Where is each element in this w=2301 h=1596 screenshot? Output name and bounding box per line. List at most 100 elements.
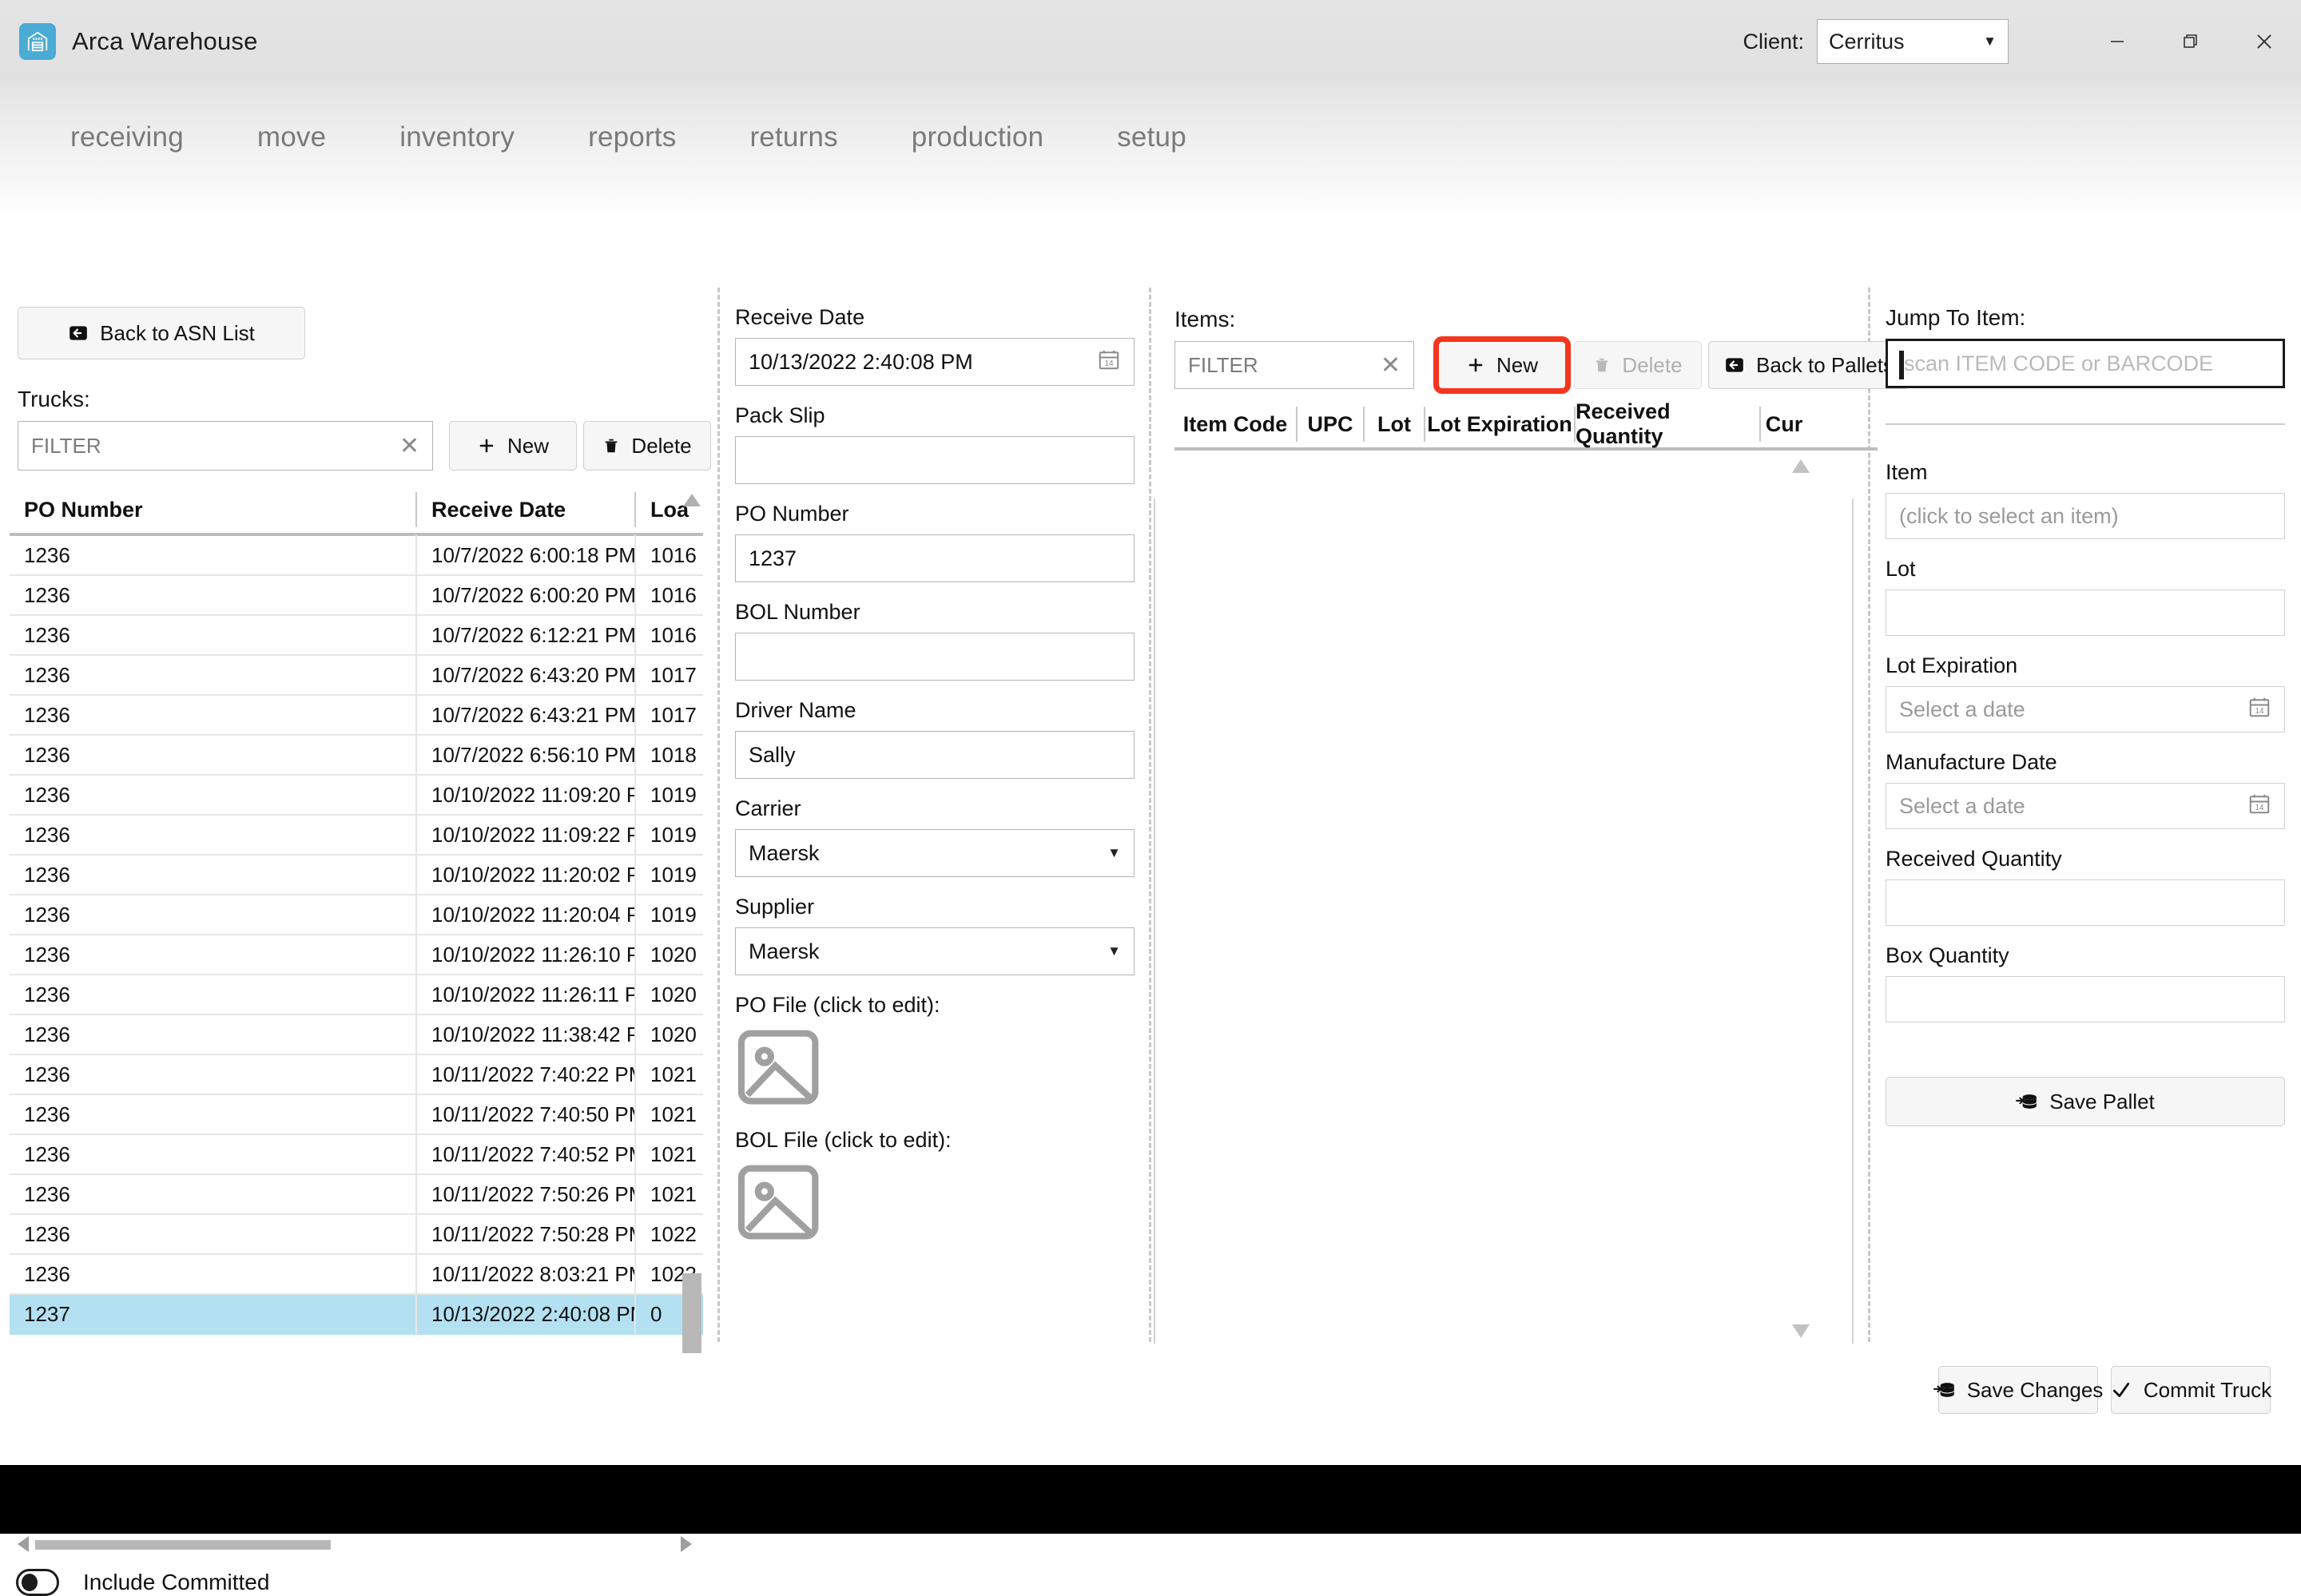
trucks-delete-button[interactable]: Delete xyxy=(583,421,711,470)
carrier-dropdown[interactable]: Maersk ▼ xyxy=(735,829,1135,877)
driver-name-input[interactable]: Sally xyxy=(735,731,1135,779)
received-quantity-input[interactable] xyxy=(1886,879,2285,926)
table-row[interactable]: 1236 10/7/2022 6:56:10 PM 1018 xyxy=(10,735,703,776)
items-filter-input[interactable]: FILTER ✕ xyxy=(1174,341,1414,389)
table-row[interactable]: 123610/10/2022 11:26:10 PM1020 xyxy=(10,935,703,975)
calendar-icon[interactable]: 14 xyxy=(1097,347,1121,377)
jump-to-item-placeholder: scan ITEM CODE or BARCODE xyxy=(1904,351,2214,375)
table-row[interactable]: 1236 10/11/2022 8:03:21 PM 1022 xyxy=(10,1254,703,1295)
item-input[interactable]: (click to select an item) xyxy=(1886,493,2285,539)
calendar-icon[interactable]: 14 xyxy=(2247,792,2271,821)
column-header-po-number[interactable]: PO Number xyxy=(10,492,415,527)
table-row[interactable]: 1236 10/10/2022 11:26:11 PM 1020 xyxy=(10,975,703,1015)
minimize-button[interactable] xyxy=(2080,0,2154,83)
nav-item-move[interactable]: move xyxy=(221,121,363,153)
carrier-value: Maersk xyxy=(749,840,820,865)
include-committed-row[interactable]: Include Committed xyxy=(16,1569,269,1596)
table-row[interactable]: 1236 10/11/2022 7:40:50 PM 1021 xyxy=(10,1094,703,1135)
box-quantity-input[interactable] xyxy=(1886,976,2285,1022)
trucks-hscroll-thumb[interactable] xyxy=(35,1540,331,1550)
include-committed-label: Include Committed xyxy=(83,1570,270,1594)
back-to-pallets-label: Back to Pallets xyxy=(1756,352,1894,377)
commit-truck-button[interactable]: Commit Truck xyxy=(2111,1366,2271,1414)
receive-date-value: 10/13/2022 2:40:08 PM xyxy=(749,349,973,374)
column-header-receive-date[interactable]: Receive Date xyxy=(415,492,634,527)
check-icon xyxy=(2110,1380,2132,1400)
bol-number-input[interactable] xyxy=(735,633,1135,681)
table-row[interactable]: 1236 10/11/2022 7:40:22 PM 1021 xyxy=(10,1054,703,1095)
clear-icon[interactable]: ✕ xyxy=(399,432,419,460)
cell-po-number: 1236 xyxy=(24,542,70,567)
table-row[interactable]: 1236 10/7/2022 6:00:20 PM 1016 xyxy=(10,575,703,616)
column-header-lot-expiration[interactable]: Lot Expiration xyxy=(1424,407,1574,442)
trash-icon xyxy=(602,436,620,455)
nav-item-returns[interactable]: returns xyxy=(713,121,874,153)
pack-slip-input[interactable] xyxy=(735,436,1135,484)
trucks-horizontal-scrollbar[interactable] xyxy=(14,1534,703,1554)
clear-icon[interactable]: ✕ xyxy=(1381,351,1401,379)
items-new-button[interactable]: New xyxy=(1433,336,1571,394)
items-delete-label: Delete xyxy=(1622,352,1683,377)
table-row[interactable]: 123610/10/2022 11:09:22 PM1019 xyxy=(10,815,703,856)
table-row[interactable]: 123610/10/2022 11:20:04 PM1019 xyxy=(10,895,703,935)
manufacture-date-input[interactable]: Select a date 14 xyxy=(1886,783,2285,829)
nav-item-receiving[interactable]: receiving xyxy=(34,121,221,153)
section-divider xyxy=(1886,423,2285,425)
cell-receive-date: 10/11/2022 7:40:52 PM xyxy=(415,1134,634,1174)
client-dropdown[interactable]: Cerritus ▼ xyxy=(1817,19,2009,64)
lot-expiration-input[interactable]: Select a date 14 xyxy=(1886,686,2285,732)
plus-icon xyxy=(477,436,496,455)
table-row[interactable]: 1236 10/7/2022 6:00:18 PM 1016 xyxy=(10,535,703,576)
scroll-right-arrow-icon[interactable] xyxy=(678,1534,695,1558)
trucks-new-button[interactable]: New xyxy=(449,421,577,470)
nav-item-production[interactable]: production xyxy=(875,121,1080,153)
column-header-cur[interactable]: Cur xyxy=(1759,407,1807,442)
jump-to-item-input[interactable]: scan ITEM CODE or BARCODE xyxy=(1886,339,2285,388)
items-scroll-up-arrow-icon[interactable] xyxy=(1790,457,1812,480)
table-row[interactable]: 123610/10/2022 11:20:02 PM1019 xyxy=(10,855,703,895)
table-row[interactable]: 1237 10/13/2022 2:40:08 PM 0 xyxy=(10,1294,703,1335)
close-button[interactable] xyxy=(2227,0,2301,83)
receive-date-input[interactable]: 10/13/2022 2:40:08 PM 14 xyxy=(735,338,1135,386)
app-title: Arca Warehouse xyxy=(72,27,258,55)
nav-item-setup[interactable]: setup xyxy=(1080,121,1223,153)
cell-receive-date: 10/11/2022 8:03:21 PM xyxy=(415,1254,634,1294)
back-to-pallets-button[interactable]: Back to Pallets xyxy=(1708,341,1910,389)
trucks-panel: Back to ASN List Trucks: FILTER ✕ New De… xyxy=(0,211,719,1596)
client-selector[interactable]: Client: Cerritus ▼ xyxy=(1743,19,2009,64)
back-to-asn-list-button[interactable]: Back to ASN List xyxy=(18,307,305,359)
items-scroll-down-arrow-icon[interactable] xyxy=(1790,1321,1812,1344)
field-received-quantity: Received Quantity xyxy=(1886,847,2301,926)
scroll-up-arrow-icon[interactable] xyxy=(681,490,703,511)
scroll-left-arrow-icon[interactable] xyxy=(14,1534,32,1558)
calendar-icon[interactable]: 14 xyxy=(2247,695,2271,725)
nav-item-inventory[interactable]: inventory xyxy=(363,121,551,153)
po-number-input[interactable]: 1237 xyxy=(735,534,1135,582)
table-row[interactable]: 1236 10/7/2022 6:43:20 PM 1017 xyxy=(10,655,703,696)
lot-input[interactable] xyxy=(1886,590,2285,636)
column-header-item-code[interactable]: Item Code xyxy=(1174,407,1296,442)
table-row[interactable]: 1236 10/11/2022 7:40:52 PM 1021 xyxy=(10,1134,703,1175)
table-row[interactable]: 1236 10/7/2022 6:43:21 PM 1017 xyxy=(10,695,703,736)
items-table-body xyxy=(1174,452,1878,1347)
column-header-lot[interactable]: Lot xyxy=(1363,407,1424,442)
table-row[interactable]: 123610/10/2022 11:09:20 PM1019 xyxy=(10,775,703,816)
bol-file-image-placeholder[interactable] xyxy=(735,1162,828,1245)
table-row[interactable]: 1236 10/11/2022 7:50:28 PM 1022 xyxy=(10,1214,703,1255)
save-pallet-button[interactable]: Save Pallet xyxy=(1886,1077,2285,1126)
trucks-hscroll-track[interactable] xyxy=(35,1540,658,1550)
column-header-upc[interactable]: UPC xyxy=(1296,407,1363,442)
trucks-filter-input[interactable]: FILTER ✕ xyxy=(18,421,433,470)
field-pack-slip: Pack Slip xyxy=(735,403,1166,484)
table-row[interactable]: 1236 10/11/2022 7:50:26 PM 1021 xyxy=(10,1174,703,1215)
nav-item-reports[interactable]: reports xyxy=(551,121,713,153)
table-row[interactable]: 1236 10/7/2022 6:12:21 PM 1016 xyxy=(10,615,703,656)
save-changes-button[interactable]: Save Changes xyxy=(1933,1366,2103,1414)
table-row[interactable]: 123610/10/2022 11:38:42 PM1020 xyxy=(10,1014,703,1055)
po-file-image-placeholder[interactable] xyxy=(735,1027,828,1110)
supplier-dropdown[interactable]: Maersk ▼ xyxy=(735,927,1135,975)
include-committed-toggle[interactable] xyxy=(16,1569,59,1596)
column-header-received-quantity[interactable]: Received Quantity xyxy=(1574,399,1759,448)
restore-button[interactable] xyxy=(2154,0,2227,83)
cell-po-number: 1236 xyxy=(24,622,70,647)
